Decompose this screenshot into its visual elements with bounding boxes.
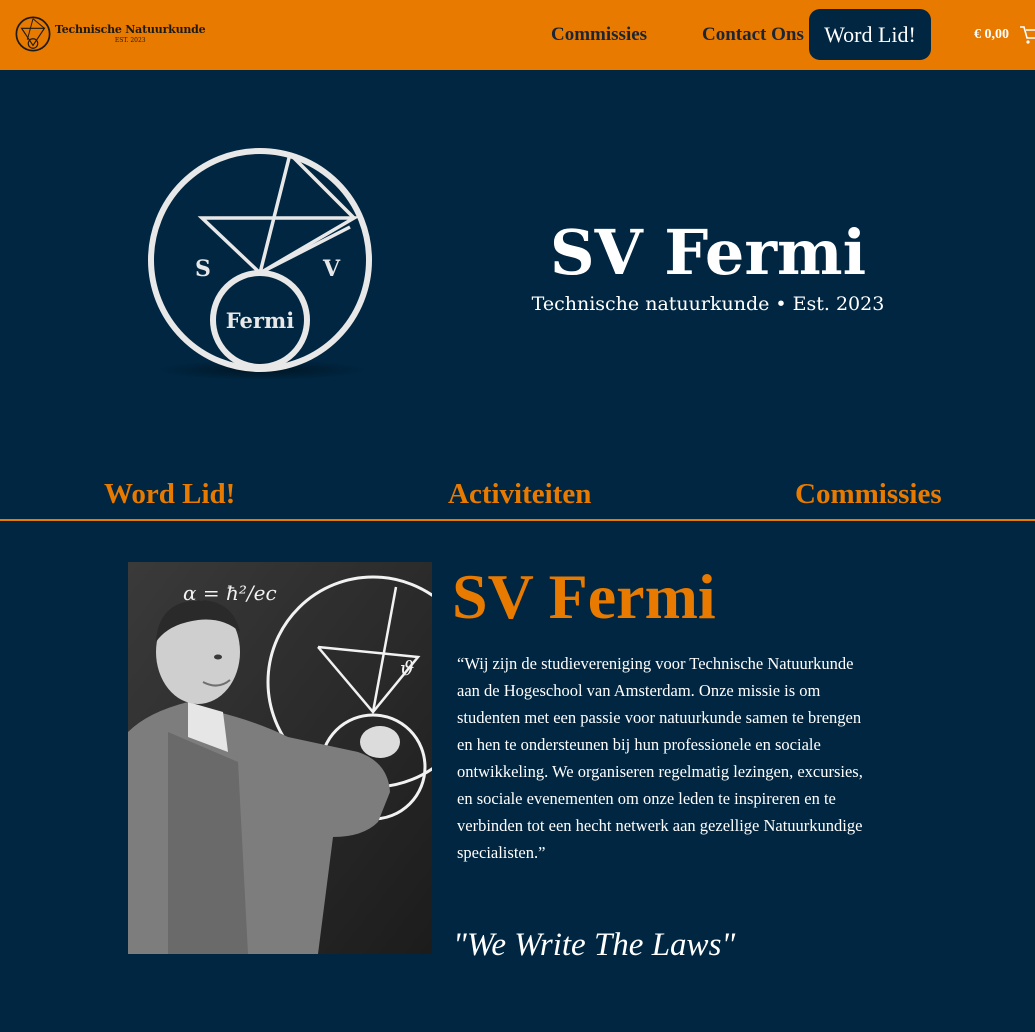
content-title: SV Fermi (452, 561, 716, 632)
hero-subtitle: Technische natuurkunde • Est. 2023 (531, 293, 885, 315)
section-link-activiteiten[interactable]: Activiteiten (448, 478, 591, 511)
section-divider (0, 519, 1035, 521)
brand-link[interactable]: Technische Natuurkunde EST. 2023 (14, 15, 206, 53)
fermi-logo: S V Fermi (148, 148, 372, 380)
nav-commissies[interactable]: Commissies (551, 24, 647, 46)
motto: "We Write The Laws" (453, 927, 736, 963)
cart-button[interactable]: € 0,00 (974, 25, 1035, 45)
brand-est: EST. 2023 (114, 37, 146, 44)
section-link-commissies[interactable]: Commissies (795, 478, 942, 511)
hero-title: SV Fermi (549, 216, 867, 289)
about-quote: “Wij zijn de studievereniging voor Techn… (457, 654, 863, 862)
word-lid-button[interactable]: Word Lid! (809, 9, 931, 60)
logo-letter-s: S (195, 256, 211, 282)
logo-letter-v: V (322, 256, 341, 282)
cart-icon (1020, 26, 1035, 44)
cart-total: € 0,00 (974, 27, 1009, 42)
brand-name: Technische Natuurkunde (55, 23, 206, 36)
svg-text:ϑ: ϑ (400, 656, 414, 680)
nav-contact-ons[interactable]: Contact Ons (702, 24, 804, 46)
fermi-photo: ϑ α = ħ²/ec (128, 562, 432, 954)
brand-logo-icon (15, 16, 51, 52)
section-link-word-lid[interactable]: Word Lid! (104, 478, 235, 511)
header-bar: Technische Natuurkunde EST. 2023 Commiss… (0, 0, 1035, 70)
logo-word-fermi: Fermi (226, 308, 294, 333)
